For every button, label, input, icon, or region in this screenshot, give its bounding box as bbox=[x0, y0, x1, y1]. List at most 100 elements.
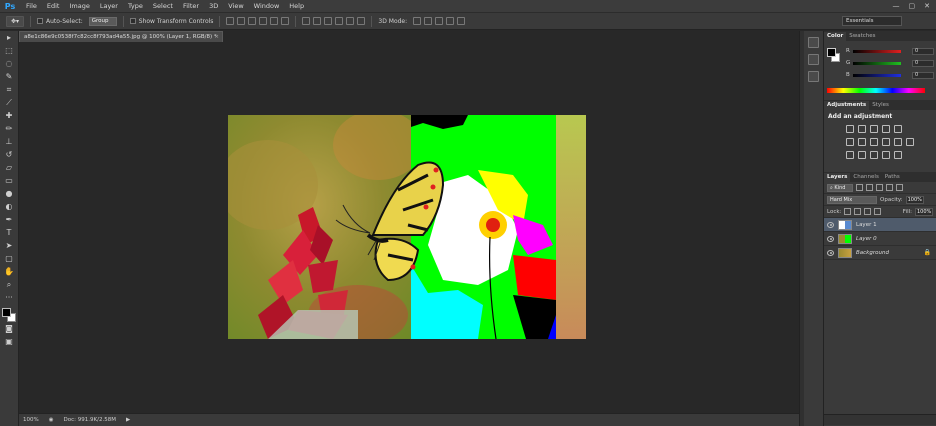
type-tool-icon[interactable]: T bbox=[3, 227, 15, 239]
distribute-left-icon[interactable] bbox=[335, 17, 344, 25]
gradient-tool-icon[interactable]: ▭ bbox=[3, 175, 15, 187]
lock-position-icon[interactable] bbox=[864, 208, 872, 215]
quick-select-tool-icon[interactable]: ✎ bbox=[3, 71, 15, 83]
show-transform-checkbox[interactable]: Show Transform Controls bbox=[129, 18, 213, 25]
menu-help[interactable]: Help bbox=[284, 0, 309, 13]
distribute-bottom-icon[interactable] bbox=[324, 17, 333, 25]
3d-slide-icon[interactable] bbox=[446, 17, 455, 25]
layer-name[interactable]: Layer 0 bbox=[856, 236, 877, 242]
photo-filter-icon[interactable] bbox=[882, 138, 890, 146]
foreground-color-swatch[interactable] bbox=[2, 308, 11, 317]
lock-image-icon[interactable] bbox=[854, 208, 862, 215]
blur-tool-icon[interactable]: ● bbox=[3, 188, 15, 200]
tab-paths[interactable]: Paths bbox=[882, 173, 903, 182]
hue-saturation-icon[interactable] bbox=[846, 138, 854, 146]
menu-edit[interactable]: Edit bbox=[42, 0, 65, 13]
lasso-tool-icon[interactable]: ◌ bbox=[3, 58, 15, 70]
black-white-icon[interactable] bbox=[870, 138, 878, 146]
tab-styles[interactable]: Styles bbox=[869, 101, 892, 110]
brush-tool-icon[interactable]: ✏ bbox=[3, 123, 15, 135]
filter-shape-icon[interactable] bbox=[886, 184, 893, 191]
canvas-area[interactable] bbox=[19, 42, 799, 413]
blend-mode-dropdown[interactable]: Hard Mix bbox=[827, 195, 877, 204]
properties-panel-icon[interactable] bbox=[808, 54, 819, 65]
align-right-icon[interactable] bbox=[281, 17, 290, 25]
more-tools-icon[interactable]: ··· bbox=[3, 292, 15, 304]
align-top-icon[interactable] bbox=[226, 17, 235, 25]
distribute-top-icon[interactable] bbox=[302, 17, 311, 25]
align-hcenter-icon[interactable] bbox=[270, 17, 279, 25]
opacity-input[interactable]: 100% bbox=[905, 195, 924, 204]
distribute-right-icon[interactable] bbox=[357, 17, 366, 25]
3d-drag-icon[interactable] bbox=[435, 17, 444, 25]
workspace-dropdown[interactable]: Essentials bbox=[842, 16, 902, 26]
document-image[interactable] bbox=[228, 115, 586, 339]
align-bottom-icon[interactable] bbox=[248, 17, 257, 25]
visibility-eye-icon[interactable] bbox=[827, 249, 834, 256]
auto-select-checkbox[interactable]: Auto-Select: bbox=[37, 18, 83, 25]
tab-adjustments[interactable]: Adjustments bbox=[824, 101, 870, 110]
posterize-icon[interactable] bbox=[858, 151, 866, 159]
channel-mixer-icon[interactable] bbox=[894, 138, 902, 146]
foreground-color-swatch[interactable] bbox=[827, 48, 836, 57]
filter-pixel-icon[interactable] bbox=[856, 184, 863, 191]
close-button[interactable]: ✕ bbox=[924, 2, 930, 10]
visibility-eye-icon[interactable] bbox=[827, 235, 834, 242]
visibility-eye-icon[interactable] bbox=[827, 221, 834, 228]
invert-icon[interactable] bbox=[846, 151, 854, 159]
status-menu-arrow-icon[interactable]: ▶ bbox=[126, 417, 130, 423]
3d-roll-icon[interactable] bbox=[424, 17, 433, 25]
layer-row-background[interactable]: Background 🔒 bbox=[824, 246, 936, 260]
red-value[interactable]: 0 bbox=[912, 47, 934, 55]
align-left-icon[interactable] bbox=[259, 17, 268, 25]
dodge-tool-icon[interactable]: ◐ bbox=[3, 201, 15, 213]
layer-filter-dropdown[interactable]: ⌕ Kind bbox=[827, 183, 853, 192]
document-tab[interactable]: a8e1c86e9c0538f7c82cc8f793ad4a55.jpg @ 1… bbox=[19, 31, 223, 42]
red-slider[interactable] bbox=[853, 49, 901, 53]
tab-color[interactable]: Color bbox=[824, 32, 847, 41]
green-slider[interactable] bbox=[853, 61, 901, 65]
maximize-button[interactable]: ▢ bbox=[909, 2, 916, 10]
info-panel-icon[interactable] bbox=[808, 71, 819, 82]
blue-value[interactable]: 0 bbox=[912, 71, 934, 79]
color-balance-icon[interactable] bbox=[858, 138, 866, 146]
close-document-icon[interactable]: × bbox=[214, 32, 219, 42]
healing-brush-tool-icon[interactable]: ✚ bbox=[3, 110, 15, 122]
menu-view[interactable]: View bbox=[223, 0, 248, 13]
pen-tool-icon[interactable]: ✒ bbox=[3, 214, 15, 226]
layer-row-layer-1[interactable]: Layer 1 bbox=[824, 218, 936, 232]
history-brush-tool-icon[interactable]: ↺ bbox=[3, 149, 15, 161]
hand-tool-icon[interactable]: ✋ bbox=[3, 266, 15, 278]
menu-window[interactable]: Window bbox=[249, 0, 285, 13]
tab-swatches[interactable]: Swatches bbox=[846, 32, 878, 41]
color-lookup-icon[interactable] bbox=[906, 138, 914, 146]
tab-layers[interactable]: Layers bbox=[824, 173, 851, 182]
layer-name[interactable]: Layer 1 bbox=[856, 222, 877, 228]
gradient-map-icon[interactable] bbox=[882, 151, 890, 159]
distribute-vcenter-icon[interactable] bbox=[313, 17, 322, 25]
foreground-background-colors[interactable] bbox=[2, 308, 16, 322]
green-value[interactable]: 0 bbox=[912, 59, 934, 67]
align-vcenter-icon[interactable] bbox=[237, 17, 246, 25]
path-selection-tool-icon[interactable]: ➤ bbox=[3, 240, 15, 252]
marquee-tool-icon[interactable]: ⬚ bbox=[3, 45, 15, 57]
3d-rotate-icon[interactable] bbox=[413, 17, 422, 25]
menu-filter[interactable]: Filter bbox=[178, 0, 204, 13]
eyedropper-tool-icon[interactable]: ⟋ bbox=[3, 97, 15, 109]
zoom-tool-icon[interactable]: ⌕ bbox=[3, 279, 15, 291]
3d-scale-icon[interactable] bbox=[457, 17, 466, 25]
color-spectrum[interactable] bbox=[827, 88, 925, 93]
menu-file[interactable]: File bbox=[21, 0, 42, 13]
fill-input[interactable]: 100% bbox=[915, 207, 933, 216]
vibrance-icon[interactable] bbox=[894, 125, 902, 133]
screen-mode-icon[interactable]: ▣ bbox=[3, 336, 15, 348]
crop-tool-icon[interactable]: ⌗ bbox=[3, 84, 15, 96]
distribute-hcenter-icon[interactable] bbox=[346, 17, 355, 25]
eraser-tool-icon[interactable]: ▱ bbox=[3, 162, 15, 174]
quick-mask-icon[interactable]: ◙ bbox=[3, 323, 15, 335]
blue-slider[interactable] bbox=[853, 73, 901, 77]
history-panel-icon[interactable] bbox=[808, 37, 819, 48]
exposure-icon[interactable] bbox=[882, 125, 890, 133]
lock-transparent-icon[interactable] bbox=[844, 208, 852, 215]
filter-type-icon[interactable] bbox=[876, 184, 883, 191]
